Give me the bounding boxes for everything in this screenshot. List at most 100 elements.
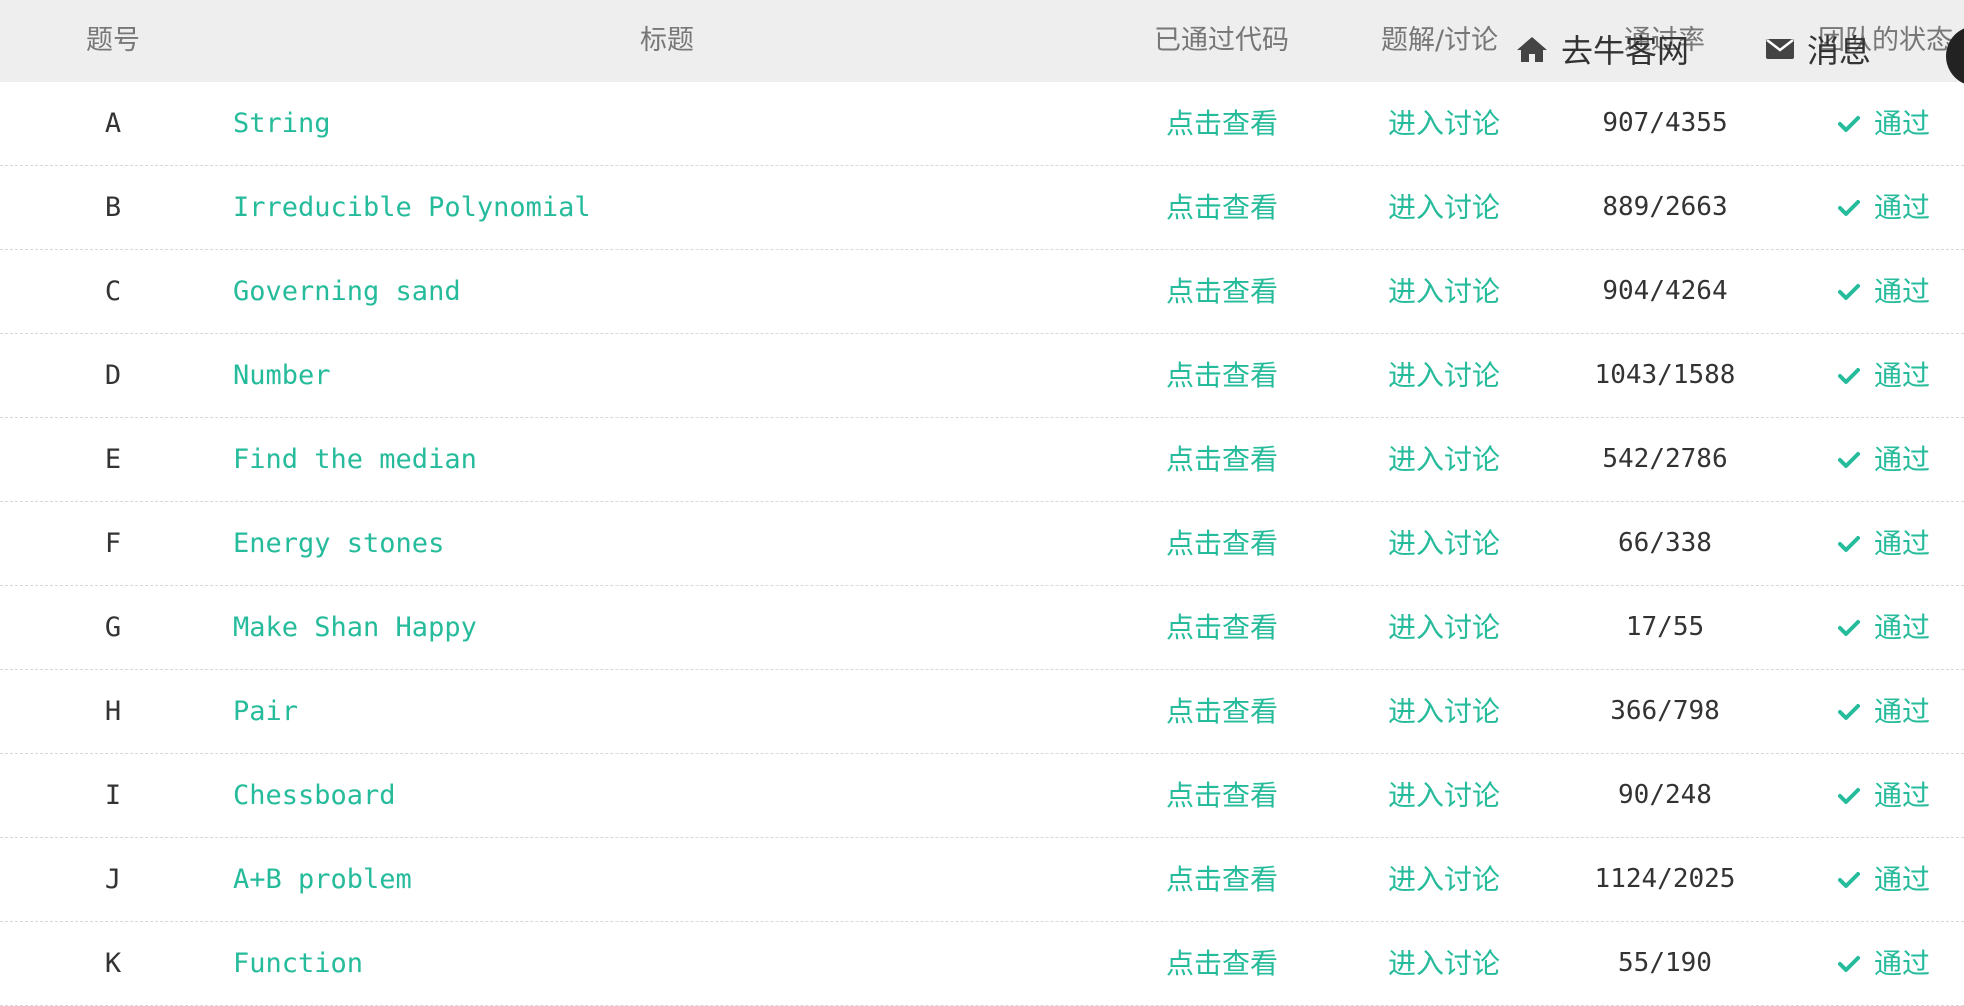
problem-title-link[interactable]: Irreducible Polynomial xyxy=(233,166,591,249)
messages-link[interactable]: 消息 xyxy=(1765,26,1871,72)
view-passed-code-link[interactable]: 点击查看 xyxy=(1166,838,1278,921)
team-status: 通过 xyxy=(1838,922,1930,1005)
envelope-icon xyxy=(1765,37,1795,61)
view-passed-code-link[interactable]: 点击查看 xyxy=(1166,670,1278,753)
team-status-label: 通过 xyxy=(1874,527,1931,560)
nowcoder-home-link[interactable]: 去牛客网 xyxy=(1515,26,1689,72)
view-passed-code-link[interactable]: 点击查看 xyxy=(1166,250,1278,333)
problem-title-link[interactable]: Make Shan Happy xyxy=(233,586,477,669)
team-status: 通过 xyxy=(1838,586,1930,669)
pass-rate: 17/55 xyxy=(1625,612,1705,642)
team-status-label: 通过 xyxy=(1874,107,1931,140)
enter-discussion-link[interactable]: 进入讨论 xyxy=(1388,586,1500,669)
enter-discussion-link[interactable]: 进入讨论 xyxy=(1388,838,1500,921)
pass-rate: 366/798 xyxy=(1610,696,1720,726)
problem-title-link[interactable]: Chessboard xyxy=(233,754,396,837)
problem-table-body: A String 点击查看 进入讨论 907/4355 通过 B Irreduc… xyxy=(0,82,1964,1006)
view-passed-code-link[interactable]: 点击查看 xyxy=(1166,166,1278,249)
nowcoder-home-label: 去牛客网 xyxy=(1561,32,1690,70)
pass-rate: 889/2663 xyxy=(1602,192,1728,222)
problem-title-link[interactable]: String xyxy=(233,82,331,165)
check-icon xyxy=(1838,703,1860,721)
view-passed-code-link[interactable]: 点击查看 xyxy=(1166,754,1278,837)
table-row: J A+B problem 点击查看 进入讨论 1124/2025 通过 xyxy=(0,838,1964,922)
view-passed-code-link[interactable]: 点击查看 xyxy=(1166,922,1278,1005)
check-icon xyxy=(1838,787,1860,805)
team-status-label: 通过 xyxy=(1874,275,1931,308)
pass-rate: 55/190 xyxy=(1618,948,1712,978)
team-status: 通过 xyxy=(1838,166,1930,249)
check-icon xyxy=(1838,871,1860,889)
problem-id: H xyxy=(104,696,122,727)
problem-id: I xyxy=(104,780,122,811)
team-status-label: 通过 xyxy=(1874,443,1931,476)
team-status: 通过 xyxy=(1838,334,1930,417)
team-status-label: 通过 xyxy=(1874,359,1931,392)
pass-rate: 542/2786 xyxy=(1602,444,1728,474)
problem-id: B xyxy=(104,192,122,223)
view-passed-code-link[interactable]: 点击查看 xyxy=(1166,418,1278,501)
team-status: 通过 xyxy=(1838,418,1930,501)
view-passed-code-link[interactable]: 点击查看 xyxy=(1166,334,1278,417)
column-header-passed-code: 已通过代码 xyxy=(1154,25,1289,56)
table-row: H Pair 点击查看 进入讨论 366/798 通过 xyxy=(0,670,1964,754)
view-passed-code-link[interactable]: 点击查看 xyxy=(1166,502,1278,585)
team-status-label: 通过 xyxy=(1874,695,1931,728)
problem-title-link[interactable]: Number xyxy=(233,334,331,417)
team-status: 通过 xyxy=(1838,250,1930,333)
check-icon xyxy=(1838,199,1860,217)
problem-title-link[interactable]: Function xyxy=(233,922,363,1005)
team-status-label: 通过 xyxy=(1874,779,1931,812)
problem-title-link[interactable]: Pair xyxy=(233,670,298,753)
problem-id: G xyxy=(104,612,122,643)
pass-rate: 90/248 xyxy=(1618,780,1712,810)
check-icon xyxy=(1838,283,1860,301)
column-header-title: 标题 xyxy=(640,25,694,56)
problem-id: F xyxy=(104,528,122,559)
problem-id: K xyxy=(104,948,122,979)
team-status: 通过 xyxy=(1838,754,1930,837)
view-passed-code-link[interactable]: 点击查看 xyxy=(1166,82,1278,165)
team-status-label: 通过 xyxy=(1874,191,1931,224)
enter-discussion-link[interactable]: 进入讨论 xyxy=(1388,922,1500,1005)
problem-title-link[interactable]: Energy stones xyxy=(233,502,444,585)
table-row: C Governing sand 点击查看 进入讨论 904/4264 通过 xyxy=(0,250,1964,334)
enter-discussion-link[interactable]: 进入讨论 xyxy=(1388,418,1500,501)
enter-discussion-link[interactable]: 进入讨论 xyxy=(1388,670,1500,753)
check-icon xyxy=(1838,955,1860,973)
pass-rate: 1124/2025 xyxy=(1594,864,1736,894)
team-status: 通过 xyxy=(1838,502,1930,585)
problem-title-link[interactable]: Find the median xyxy=(233,418,477,501)
view-passed-code-link[interactable]: 点击查看 xyxy=(1166,586,1278,669)
problem-title-link[interactable]: Governing sand xyxy=(233,250,461,333)
check-icon xyxy=(1838,535,1860,553)
enter-discussion-link[interactable]: 进入讨论 xyxy=(1388,502,1500,585)
check-icon xyxy=(1838,451,1860,469)
table-row: G Make Shan Happy 点击查看 进入讨论 17/55 通过 xyxy=(0,586,1964,670)
team-status: 通过 xyxy=(1838,670,1930,753)
problem-list-page: 题号 标题 已通过代码 题解/讨论 通过率 团队的状态 A String 点击查… xyxy=(0,0,1964,1006)
enter-discussion-link[interactable]: 进入讨论 xyxy=(1388,82,1500,165)
check-icon xyxy=(1838,367,1860,385)
column-header-discussion: 题解/讨论 xyxy=(1381,25,1499,56)
check-icon xyxy=(1838,115,1860,133)
pass-rate: 66/338 xyxy=(1618,528,1712,558)
team-status-label: 通过 xyxy=(1874,611,1931,644)
enter-discussion-link[interactable]: 进入讨论 xyxy=(1388,754,1500,837)
enter-discussion-link[interactable]: 进入讨论 xyxy=(1388,334,1500,417)
home-icon xyxy=(1515,35,1549,63)
table-row: K Function 点击查看 进入讨论 55/190 通过 xyxy=(0,922,1964,1006)
table-row: F Energy stones 点击查看 进入讨论 66/338 通过 xyxy=(0,502,1964,586)
table-row: D Number 点击查看 进入讨论 1043/1588 通过 xyxy=(0,334,1964,418)
enter-discussion-link[interactable]: 进入讨论 xyxy=(1388,250,1500,333)
problem-title-link[interactable]: A+B problem xyxy=(233,838,412,921)
pass-rate: 907/4355 xyxy=(1602,108,1728,138)
check-icon xyxy=(1838,619,1860,637)
table-row: B Irreducible Polynomial 点击查看 进入讨论 889/2… xyxy=(0,166,1964,250)
team-status-label: 通过 xyxy=(1874,947,1931,980)
table-row: A String 点击查看 进入讨论 907/4355 通过 xyxy=(0,82,1964,166)
enter-discussion-link[interactable]: 进入讨论 xyxy=(1388,166,1500,249)
problem-id: D xyxy=(104,360,122,391)
problem-id: C xyxy=(104,276,122,307)
table-row: E Find the median 点击查看 进入讨论 542/2786 通过 xyxy=(0,418,1964,502)
